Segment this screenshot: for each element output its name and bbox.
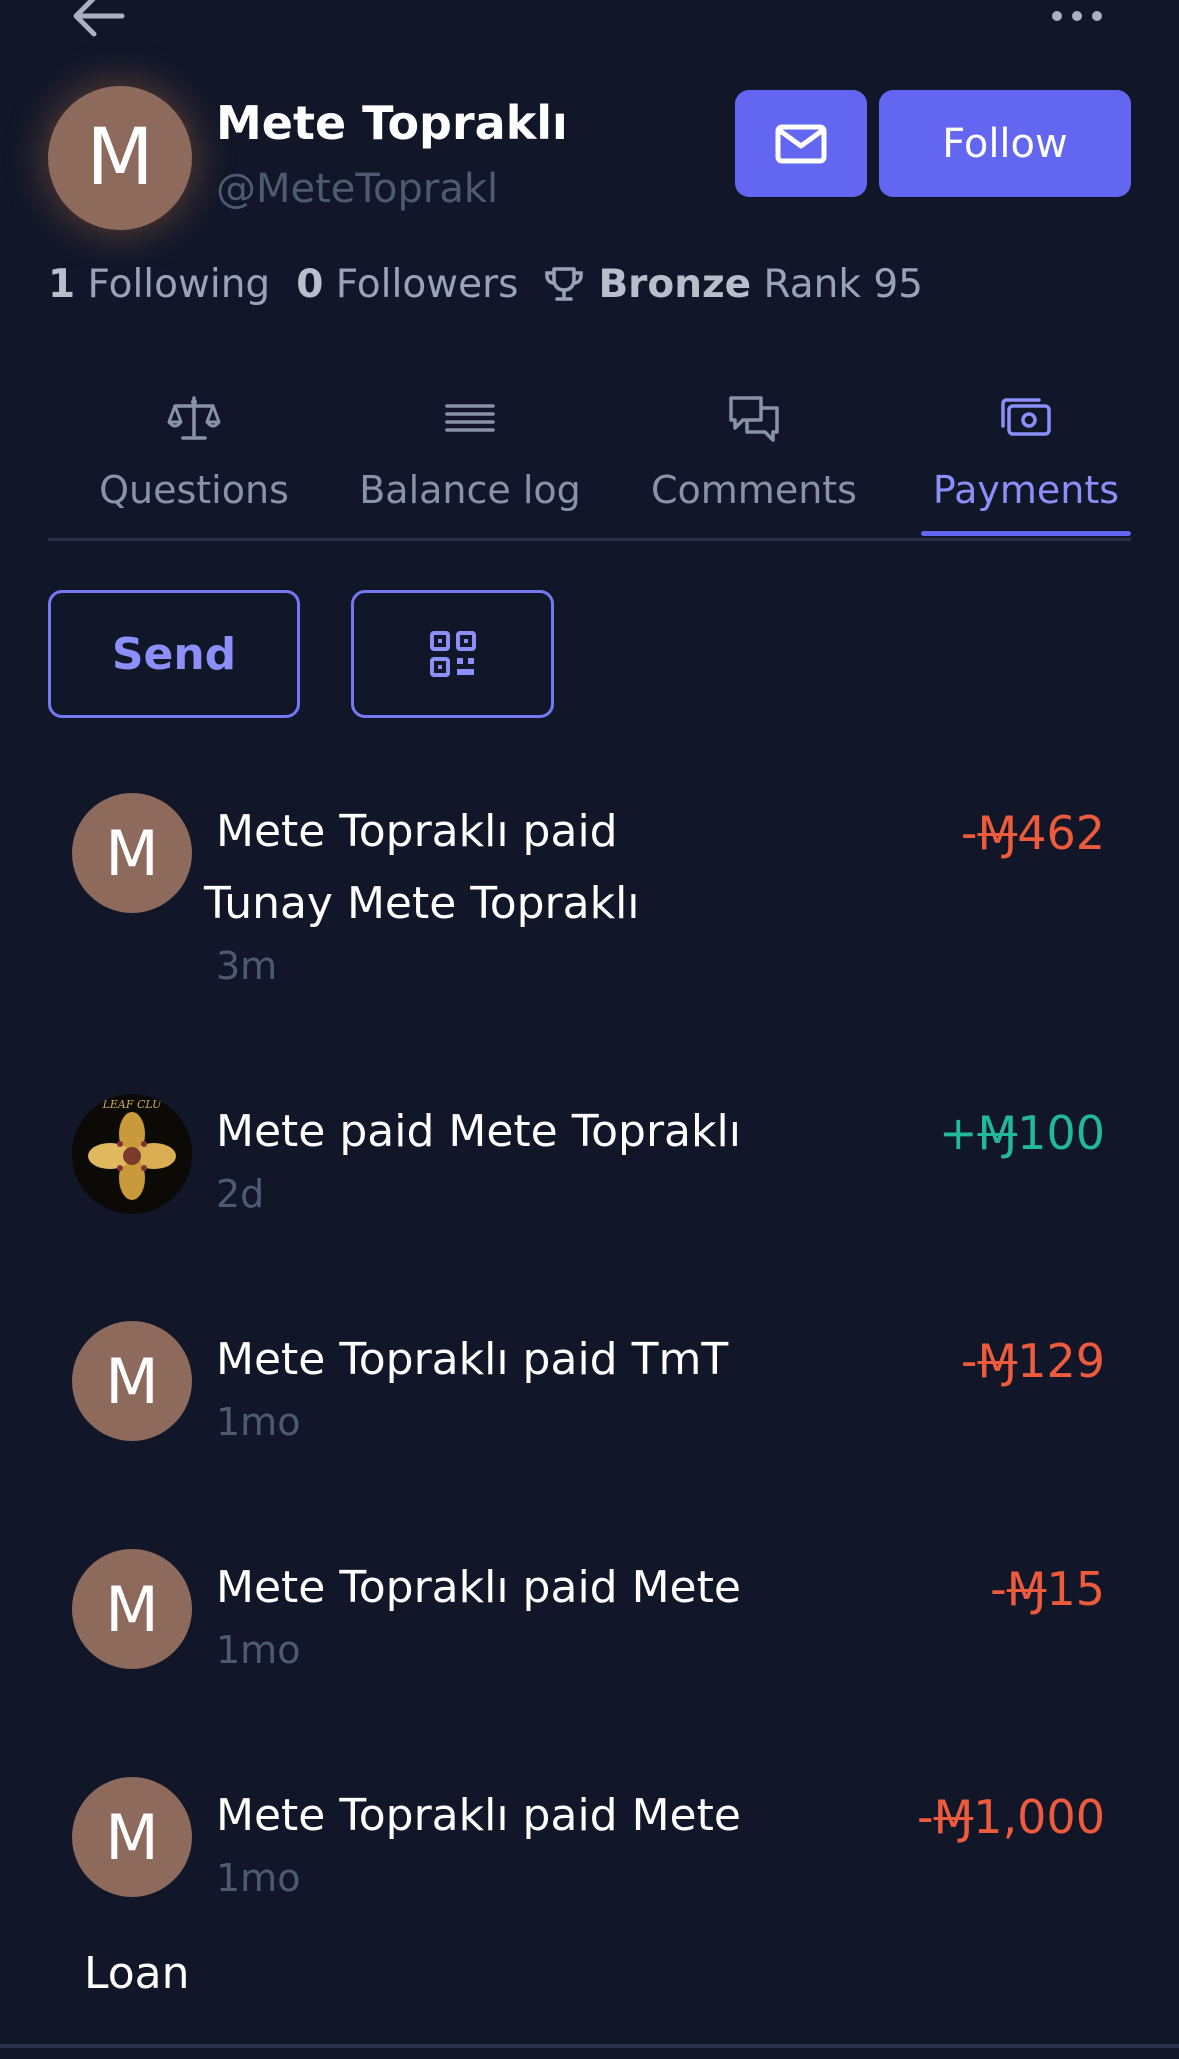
payer-avatar[interactable]: M <box>72 1549 192 1669</box>
profile-avatar-initial: M <box>86 113 154 203</box>
payment-amount: +Ɱ100 <box>939 1106 1105 1160</box>
following-count: 1 <box>48 262 76 307</box>
follow-button[interactable]: Follow <box>879 90 1131 197</box>
amount-sign: + <box>938 1106 978 1160</box>
payment-description: Mete Topraklı paid <box>216 806 618 857</box>
payment-amount: -Ɱ15 <box>990 1562 1105 1616</box>
scale-icon <box>167 392 221 446</box>
back-arrow-icon[interactable] <box>70 0 130 40</box>
following-label: Following <box>87 262 271 307</box>
followers-count: 0 <box>296 262 324 307</box>
tab-comments-label: Comments <box>651 468 857 512</box>
list-icon <box>443 392 497 446</box>
mana-symbol: Ɱ <box>977 1106 1018 1160</box>
payment-amount: -Ɱ129 <box>961 1334 1105 1388</box>
payment-time: 3m <box>216 944 278 988</box>
tab-balance-log[interactable]: Balance log <box>359 386 581 538</box>
league-name: Bronze <box>598 262 752 307</box>
tab-comments[interactable]: Comments <box>644 386 864 538</box>
mana-symbol: Ɱ <box>1006 1562 1047 1616</box>
payment-description: Mete Topraklı paid Mete <box>216 1790 741 1841</box>
tab-payments[interactable]: Payments <box>921 386 1131 538</box>
tab-questions-label: Questions <box>99 468 289 512</box>
profile-handle: @MeteToprakl <box>216 166 499 212</box>
payment-time: 1mo <box>216 1628 301 1672</box>
payer-avatar[interactable]: LEAF CLU <box>72 1094 192 1214</box>
amount-value: 1,000 <box>973 1790 1105 1844</box>
profile-stats: 1 Following 0 Followers Bronze Rank 95 <box>48 262 923 307</box>
payment-time: 1mo <box>216 1856 301 1900</box>
payer-avatar-initial: M <box>105 1344 159 1418</box>
amount-sign: - <box>960 806 978 860</box>
trophy-icon <box>544 265 584 305</box>
more-options-icon[interactable] <box>1050 6 1104 30</box>
payment-description: Mete Topraklı paid TmT <box>216 1334 729 1385</box>
payer-avatar-initial: M <box>105 816 159 890</box>
cash-icon <box>999 392 1053 446</box>
tab-payments-label: Payments <box>932 468 1120 512</box>
amount-sign: - <box>960 1334 978 1388</box>
payer-avatar-initial: M <box>105 1572 159 1646</box>
amount-value: 15 <box>1046 1562 1105 1616</box>
payment-description-cont: Tunay Mete Topraklı <box>204 878 640 929</box>
payer-avatar[interactable]: M <box>72 1321 192 1441</box>
svg-text:LEAF CLU: LEAF CLU <box>102 1098 163 1111</box>
payment-description: Mete Topraklı paid Mete <box>216 1562 741 1613</box>
mana-symbol: Ɱ <box>933 1790 974 1844</box>
payer-avatar[interactable]: M <box>72 1777 192 1897</box>
payment-amount: -Ɱ462 <box>961 806 1105 860</box>
leaf-club-logo: LEAF CLU <box>72 1094 192 1214</box>
amount-value: 462 <box>1017 806 1105 860</box>
chat-bubbles-icon <box>727 392 781 446</box>
payer-avatar[interactable]: M <box>72 793 192 913</box>
send-button[interactable]: Send <box>48 590 300 718</box>
payment-description: Mete paid Mete Topraklı <box>216 1106 741 1157</box>
message-button[interactable] <box>735 90 867 197</box>
send-button-label: Send <box>111 628 237 680</box>
followers-link[interactable]: 0 Followers <box>296 262 518 307</box>
qr-code-icon <box>429 631 476 677</box>
payment-time: 2d <box>216 1172 265 1216</box>
following-link[interactable]: 1 Following <box>48 262 270 307</box>
mana-symbol: Ɱ <box>977 806 1018 860</box>
amount-sign: - <box>990 1562 1007 1616</box>
followers-label: Followers <box>335 262 519 307</box>
envelope-icon <box>775 124 827 164</box>
payment-note: Loan <box>84 1948 190 1999</box>
follow-button-label: Follow <box>942 120 1068 167</box>
tab-balance-log-label: Balance log <box>359 468 581 512</box>
divider <box>0 2044 1179 2048</box>
league-link[interactable]: Bronze Rank 95 <box>544 262 923 307</box>
amount-sign: - <box>916 1790 934 1844</box>
qr-code-button[interactable] <box>351 590 554 718</box>
active-tab-indicator <box>921 531 1131 536</box>
tab-questions[interactable]: Questions <box>94 386 294 538</box>
profile-avatar: M <box>48 86 192 230</box>
payment-time: 1mo <box>216 1400 301 1444</box>
mana-symbol: Ɱ <box>977 1334 1018 1388</box>
amount-value: 100 <box>1017 1106 1105 1160</box>
rank-label: Rank 95 <box>763 262 923 307</box>
profile-name: Mete Topraklı <box>216 96 568 150</box>
payment-amount: -Ɱ1,000 <box>917 1790 1105 1844</box>
amount-value: 129 <box>1017 1334 1105 1388</box>
payer-avatar-initial: M <box>105 1800 159 1874</box>
profile-tabs: Questions Balance log Comments Payments <box>48 386 1131 541</box>
